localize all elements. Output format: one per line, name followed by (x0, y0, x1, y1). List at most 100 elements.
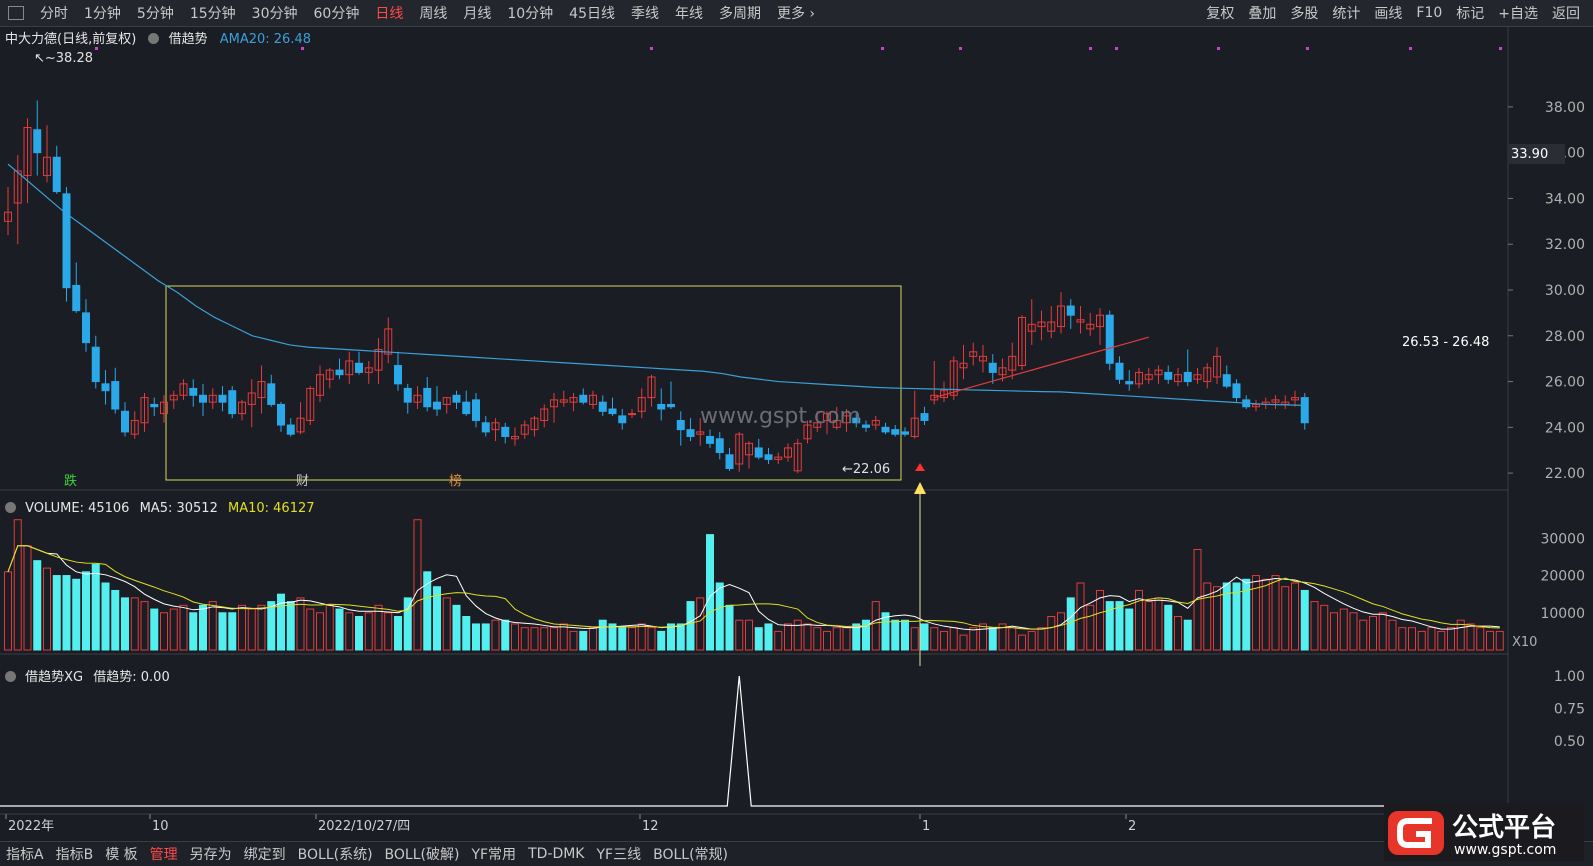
volume-bar (169, 608, 178, 651)
event-dot (301, 47, 304, 50)
event-dot (650, 47, 653, 50)
volume-bar (579, 630, 588, 651)
indicator-tab-6[interactable]: BOLL(系统) (292, 844, 379, 864)
toolbar-btn-0[interactable]: 复权 (1199, 3, 1241, 23)
volume-bar (23, 545, 32, 651)
volume-bar (1027, 630, 1036, 651)
chart-area[interactable]: 38.0036.0034.0032.0030.0028.0026.0024.00… (0, 26, 1593, 841)
indicator-tab-3[interactable]: 管理 (144, 844, 184, 864)
indicator-tab-7[interactable]: BOLL(破解) (379, 844, 466, 864)
volume-bar (345, 612, 354, 651)
volume-bar (1008, 627, 1017, 651)
candle-body (881, 426, 890, 433)
volume-tick-label: 20000 (1540, 569, 1585, 585)
toolbar-btn-4[interactable]: 画线 (1367, 3, 1409, 23)
volume-bar (364, 612, 373, 651)
price-tick-label: 34.00 (1545, 191, 1585, 207)
tab-5[interactable]: 60分钟 (306, 3, 368, 23)
volume-bar (637, 623, 646, 651)
volume-bar (179, 604, 188, 651)
volume-bar (160, 612, 168, 651)
candle-body (754, 447, 763, 458)
volume-bar (306, 608, 315, 651)
volume-bar (969, 627, 978, 651)
volume-bar (550, 627, 558, 651)
marker-cai: 财 (296, 474, 309, 489)
toolbar-btn-3[interactable]: 统计 (1325, 3, 1367, 23)
volume-bar (569, 630, 578, 651)
volume-bar (1369, 616, 1377, 651)
volume-bar (218, 612, 227, 651)
volume-bar (1066, 597, 1075, 651)
volume-bar (228, 612, 237, 651)
price-tick-label: 26.00 (1545, 375, 1585, 391)
indicator-tab-5[interactable]: 绑定到 (238, 844, 292, 864)
volume-bar (988, 627, 997, 651)
candle-body (82, 312, 90, 344)
volume-bar (316, 612, 324, 651)
event-dot (881, 47, 884, 50)
volume-bar (101, 582, 110, 651)
marker-bang: 榜 (449, 473, 462, 489)
indicator-tab-10[interactable]: YF三线 (591, 844, 648, 864)
toolbar-btn-7[interactable]: +自选 (1491, 3, 1545, 23)
candle-body (218, 394, 227, 403)
tab-10[interactable]: 45日线 (561, 3, 623, 23)
indicator-tab-1[interactable]: 指标B (50, 844, 100, 864)
toolbar-btn-5[interactable]: F10 (1409, 5, 1449, 21)
volume-bar (1427, 627, 1436, 651)
toolbar-btn-6[interactable]: 标记 (1449, 3, 1491, 23)
toolbar-btn-2[interactable]: 多股 (1283, 3, 1325, 23)
volume-panel-header: VOLUME: 45106 MA5: 30512 MA10: 46127 (5, 501, 315, 516)
volume-bar (501, 619, 510, 651)
main-panel-header: 中大力德(日线,前复权) 借趋势 AMA20: 26.48 (5, 28, 311, 47)
logo-url: www.gspt.com (1454, 842, 1556, 858)
indicator-tab-2[interactable]: 模 板 (99, 844, 143, 864)
tab-9[interactable]: 10分钟 (499, 3, 561, 23)
indicator-tab-9[interactable]: TD-DMK (522, 846, 590, 862)
x-axis-label: 2022年 (8, 819, 54, 834)
indicator-tab-4[interactable]: 另存为 (184, 844, 238, 864)
ama-value: AMA20: 26.48 (219, 32, 311, 47)
volume-bar (130, 597, 139, 651)
volume-bar (910, 627, 919, 651)
candle-body (1125, 381, 1134, 385)
tab-2[interactable]: 5分钟 (129, 3, 182, 23)
tab-1[interactable]: 1分钟 (76, 3, 129, 23)
event-dot (1499, 47, 1502, 50)
volume-bar (1476, 627, 1485, 651)
tab-4[interactable]: 30分钟 (244, 3, 306, 23)
high-label: ↖~38.28 (34, 51, 93, 66)
tab-7[interactable]: 周线 (411, 3, 455, 23)
volume-bar (823, 630, 831, 651)
tab-11[interactable]: 季线 (623, 3, 667, 23)
tab-14[interactable]: 更多 › (769, 3, 823, 23)
settings-icon[interactable] (148, 33, 160, 44)
tab-3[interactable]: 15分钟 (182, 3, 244, 23)
xg-tick-label: 1.00 (1554, 669, 1585, 685)
tab-8[interactable]: 月线 (455, 3, 499, 23)
indicator-tab-11[interactable]: BOLL(常规) (647, 844, 734, 864)
toolbar-btn-1[interactable]: 叠加 (1241, 3, 1283, 23)
settings-icon[interactable] (5, 502, 16, 513)
volume-bar (286, 601, 295, 651)
xg-signal-line (0, 675, 1508, 807)
volume-bar (628, 627, 636, 651)
settings-icon[interactable] (5, 671, 16, 682)
candle-body (52, 156, 61, 193)
tab-6[interactable]: 日线 (367, 3, 411, 23)
indicator-tab-8[interactable]: YF常用 (465, 844, 522, 864)
volume-bar (891, 619, 900, 651)
current-price-flag: 33.90 (1511, 147, 1548, 162)
tab-0[interactable]: 分时 (32, 3, 76, 23)
volume-bar (715, 582, 724, 651)
ma5-value: MA5: 30512 (139, 501, 218, 516)
range-label: 26.53 - 26.48 (1402, 335, 1489, 350)
candle-body (686, 429, 695, 437)
tab-13[interactable]: 多周期 (711, 3, 769, 23)
indicator-tab-0[interactable]: 指标A (0, 844, 50, 864)
tab-12[interactable]: 年线 (667, 3, 711, 23)
volume-bar (325, 604, 334, 651)
menu-icon[interactable] (8, 6, 24, 20)
toolbar-btn-8[interactable]: 返回 (1545, 3, 1587, 23)
